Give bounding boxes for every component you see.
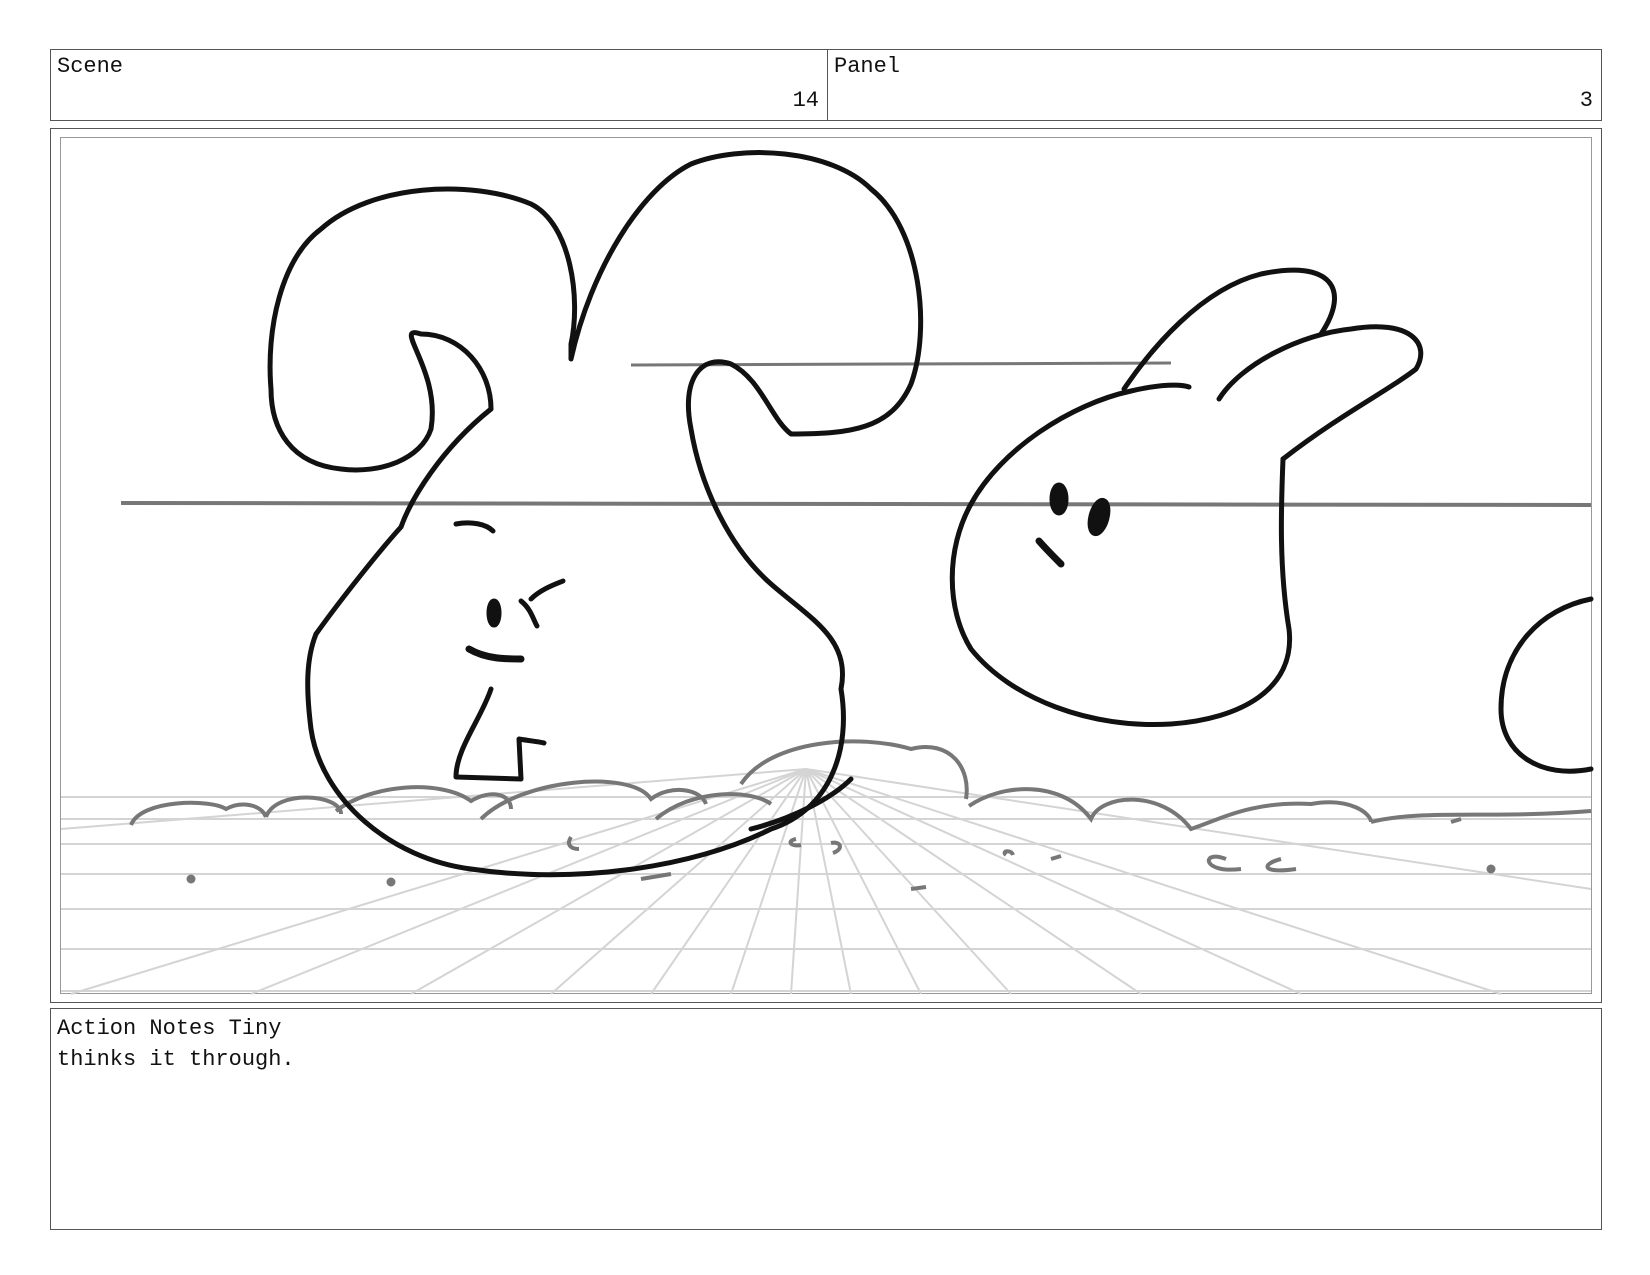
bunny-partial-icon: [1498, 596, 1594, 774]
scene-label: Scene: [57, 54, 124, 79]
panel-sketch: [60, 150, 1594, 995]
action-notes-box: Action Notes Tiny thinks it through.: [50, 1008, 1602, 1230]
bunny-big-icon: [267, 150, 924, 878]
panel-frame: [50, 128, 1602, 1003]
ground-marks: [186, 817, 1496, 891]
bushes: [129, 739, 1592, 832]
panel-number: 3: [1579, 88, 1593, 113]
action-notes-line2: thinks it through.: [57, 1047, 295, 1072]
panel-label: Panel: [834, 54, 901, 79]
action-notes-text: Action Notes Tiny thinks it through.: [57, 1013, 295, 1075]
horizon-lines: [120, 361, 1592, 507]
action-notes-line1: Action Notes Tiny: [57, 1016, 282, 1041]
floor-grid: [60, 768, 1592, 995]
scene-box: Scene 14: [50, 49, 828, 121]
bunny-small-icon: [949, 267, 1424, 728]
scene-number: 14: [792, 88, 819, 113]
panel-box: Panel 3: [827, 49, 1602, 121]
